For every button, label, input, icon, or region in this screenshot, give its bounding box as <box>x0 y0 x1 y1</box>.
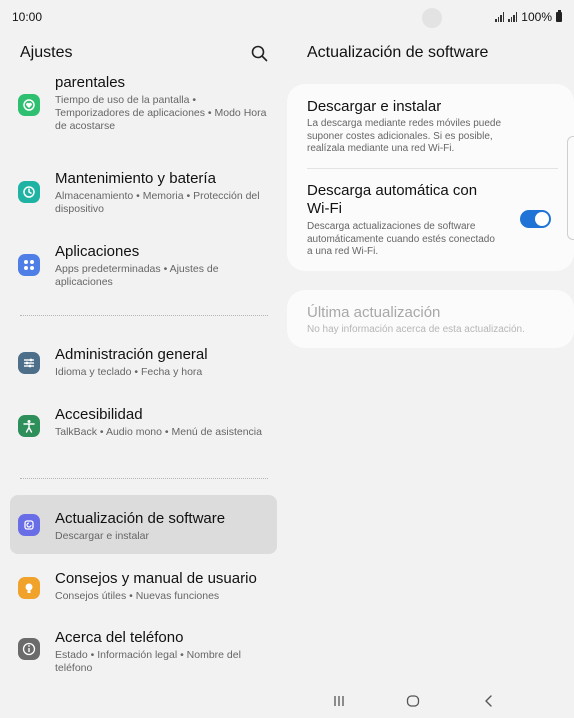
settings-item-general-management[interactable]: Administración general Idioma y teclado … <box>10 338 277 388</box>
scroll-indicator[interactable] <box>567 136 574 240</box>
item-title: Accesibilidad <box>55 406 143 423</box>
battery-icon <box>556 10 562 22</box>
battery-level: 100% <box>521 10 552 24</box>
item-title: Acerca del teléfono <box>55 629 184 646</box>
item-subtitle: Apps predeterminadas • Ajustes de aplica… <box>55 263 219 288</box>
item-title: Aplicaciones <box>55 243 140 260</box>
settings-item-accessibility[interactable]: Accesibilidad TalkBack • Audio mono • Me… <box>10 398 277 458</box>
home-button[interactable] <box>401 691 425 711</box>
item-subtitle: Consejos útiles • Nuevas funciones <box>55 590 220 602</box>
auto-download-subtitle: Descarga actualizaciones de software aut… <box>307 221 495 257</box>
general-management-icon <box>18 352 40 374</box>
about-phone-icon <box>18 638 40 660</box>
home-icon <box>406 695 420 707</box>
front-camera <box>422 8 442 28</box>
settings-item-device-care[interactable]: Mantenimiento y batería Almacenamiento •… <box>10 162 277 222</box>
item-subtitle: Descargar e instalar <box>55 530 149 542</box>
navigation-bar <box>287 688 574 718</box>
status-icons: 100% <box>495 10 562 24</box>
section-divider <box>20 315 268 316</box>
back-button[interactable] <box>477 691 501 711</box>
back-icon <box>485 695 492 707</box>
download-install-subtitle: La descarga mediante redes móviles puede… <box>307 118 502 154</box>
status-time: 10:00 <box>12 10 43 24</box>
auto-download-toggle[interactable] <box>520 210 551 228</box>
settings-item-software-update[interactable]: Actualización de software Descargar e in… <box>10 495 277 554</box>
last-update-title: Última actualización <box>307 304 441 321</box>
section-divider <box>20 478 268 479</box>
item-subtitle: Tiempo de uso de la pantalla • Temporiza… <box>55 94 267 132</box>
status-bar: 10:00 100% <box>0 0 574 36</box>
update-options-card: Descargar e instalar La descarga mediant… <box>287 84 574 271</box>
settings-item-parental-controls[interactable]: parentales Tiempo de uso de la pantalla … <box>10 70 277 140</box>
parental-controls-icon <box>18 94 40 116</box>
last-update-card: Última actualización No hay información … <box>287 290 574 348</box>
settings-item-apps[interactable]: Aplicaciones Apps predeterminadas • Ajus… <box>10 235 277 295</box>
apps-icon <box>18 254 40 276</box>
signal-icon <box>508 12 518 22</box>
item-subtitle: Almacenamiento • Memoria • Protección de… <box>55 190 260 215</box>
settings-title: Ajustes <box>20 44 73 61</box>
page-title: Actualización de software <box>307 44 489 61</box>
settings-list: parentales Tiempo de uso de la pantalla … <box>0 70 287 688</box>
settings-item-about-phone[interactable]: Acerca del teléfono Estado • Información… <box>10 625 277 685</box>
search-button[interactable] <box>250 44 270 64</box>
toggle-knob <box>535 212 549 226</box>
settings-item-tips[interactable]: Consejos y manual de usuario Consejos út… <box>10 565 277 615</box>
item-title: parentales <box>55 74 126 91</box>
item-subtitle: TalkBack • Audio mono • Menú de asistenc… <box>55 426 262 438</box>
recent-apps-button[interactable] <box>327 691 351 711</box>
software-update-icon <box>18 514 40 536</box>
last-update-subtitle: No hay información acerca de esta actual… <box>307 324 525 335</box>
item-title: Consejos y manual de usuario <box>55 570 257 587</box>
item-title: Actualización de software <box>55 510 226 527</box>
search-icon <box>251 45 268 62</box>
download-install-title[interactable]: Descargar e instalar <box>307 98 441 116</box>
signal-icon <box>495 12 505 22</box>
item-title: Mantenimiento y batería <box>55 170 216 187</box>
item-title: Administración general <box>55 346 208 363</box>
card-divider <box>307 168 558 169</box>
battery-care-icon <box>18 181 40 203</box>
item-subtitle: Idioma y teclado • Fecha y hora <box>55 366 203 378</box>
accessibility-icon <box>18 415 40 437</box>
recent-apps-icon <box>334 696 344 706</box>
item-subtitle: Estado • Información legal • Nombre del … <box>55 649 241 674</box>
tips-icon <box>18 577 40 599</box>
auto-download-title[interactable]: Descarga automática con Wi-Fi <box>307 182 497 218</box>
